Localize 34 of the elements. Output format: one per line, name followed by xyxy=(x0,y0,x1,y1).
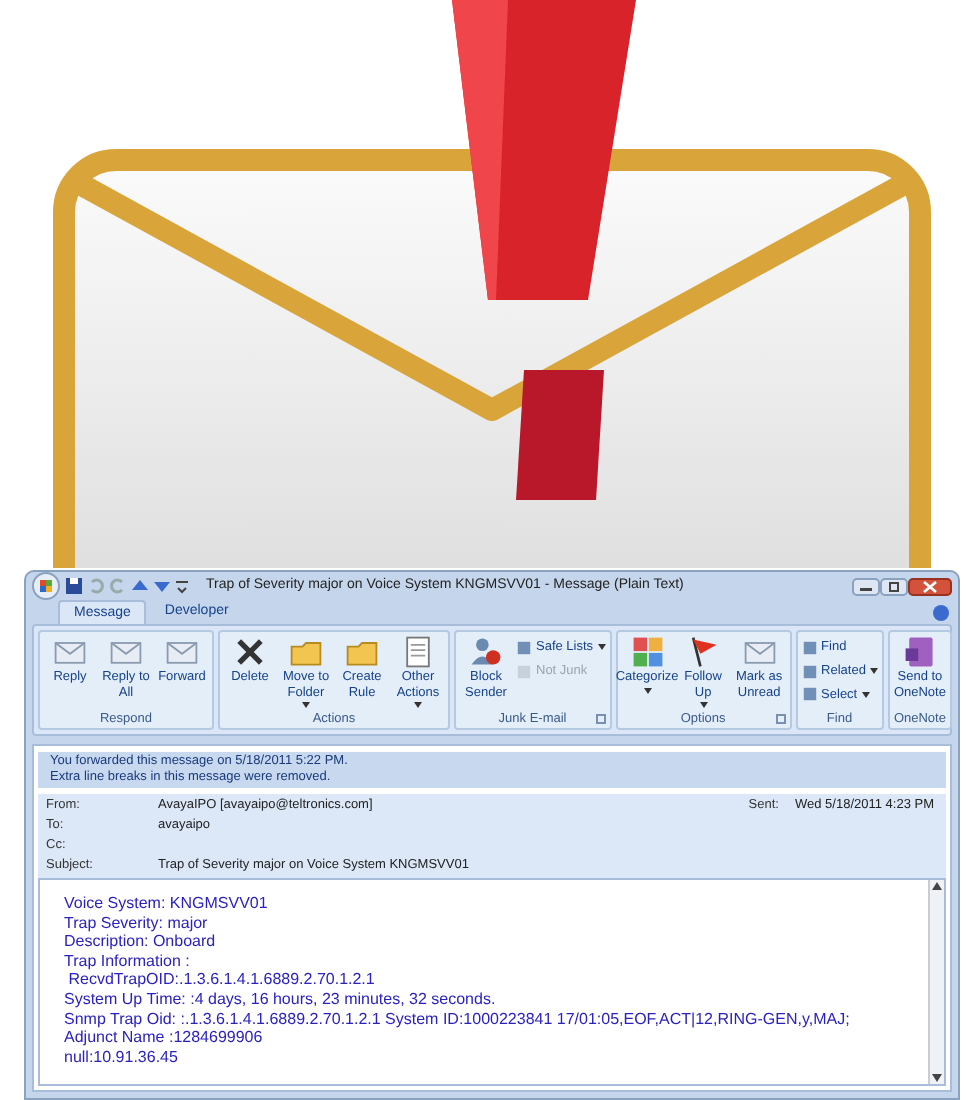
color-squares-icon xyxy=(629,634,666,670)
down-arrow-icon[interactable] xyxy=(154,578,170,594)
save-icon[interactable] xyxy=(66,578,82,594)
body-line: null:10.91.36.45 xyxy=(64,1047,180,1067)
caret-icon xyxy=(643,687,652,693)
note-icon xyxy=(901,634,938,670)
body-line: Snmp Trap Oid: :.1.3.6.1.4.1.6889.2.70.1.2.1 System ID:1000223841 17/01:05,EOF,ACT|12,RING-GEN,y,MAJ; xyxy=(64,1009,852,1029)
close-icon[interactable] xyxy=(908,577,952,595)
body-line: Description: Onboard xyxy=(64,932,218,952)
customize-toolbar-icon[interactable] xyxy=(176,578,188,594)
delete-icon xyxy=(232,634,268,670)
body-line: Adjunct Name :1284699906 xyxy=(64,1028,265,1048)
dialog-launcher-icon[interactable] xyxy=(595,714,606,724)
body-line: RecvdTrapOID:.1.3.6.1.4.1.6889.2.70.1.2.1 xyxy=(66,970,377,990)
dialog-launcher-icon[interactable] xyxy=(775,714,786,724)
body-line: Trap Severity: major xyxy=(64,913,210,933)
body-line: System Up Time: :4 days, 16 hours, 23 minutes, 32 seconds. xyxy=(64,989,498,1010)
up-arrow-icon[interactable] xyxy=(132,578,148,594)
scroll-up-icon[interactable] xyxy=(932,882,942,890)
office-orb-icon[interactable] xyxy=(32,572,60,600)
caret-icon xyxy=(302,702,310,708)
caret-icon xyxy=(414,702,422,708)
scrollbar[interactable] xyxy=(928,880,944,1084)
caret-icon xyxy=(869,668,878,675)
maximize-icon[interactable] xyxy=(880,577,908,595)
caret-icon xyxy=(597,644,606,651)
scroll-down-icon[interactable] xyxy=(932,1074,942,1082)
body-line: Voice System: KNGMSVV01 xyxy=(64,894,270,914)
minimize-icon[interactable] xyxy=(852,577,880,595)
person-icon xyxy=(468,634,504,670)
document-icon xyxy=(400,634,436,670)
body-line: Trap Information : xyxy=(64,951,192,971)
caret-icon xyxy=(861,691,870,698)
caret-icon xyxy=(699,702,708,708)
